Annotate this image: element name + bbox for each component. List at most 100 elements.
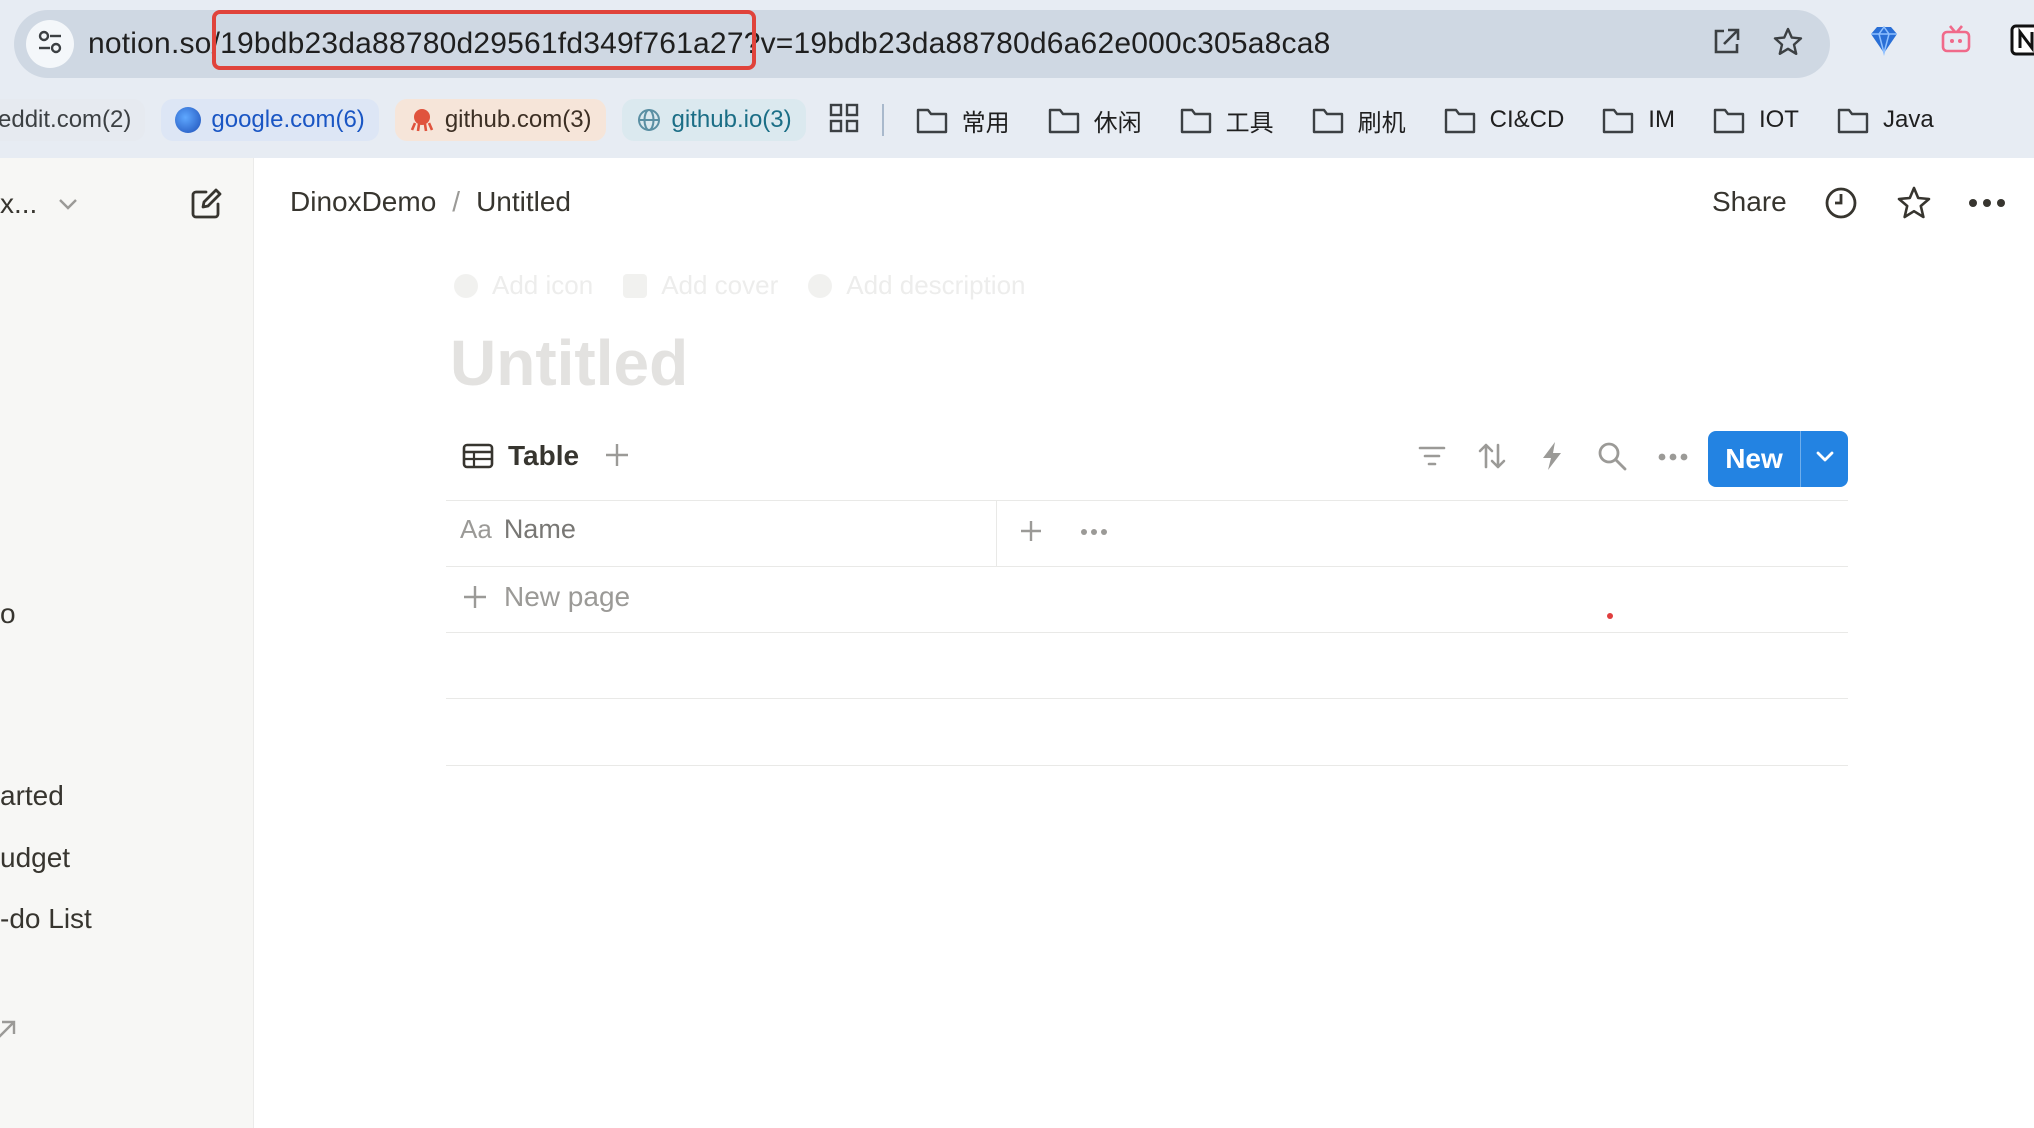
folder-label: IOT <box>1758 106 1799 133</box>
share-button[interactable]: Share <box>1712 186 1787 218</box>
filter-button[interactable] <box>1414 440 1450 476</box>
breadcrumb: DinoxDemo / Untitled <box>290 186 571 218</box>
bookmark-folder[interactable]: Java <box>1837 106 1934 134</box>
chevron-down-icon <box>1815 450 1835 469</box>
add-icon-label: Add icon <box>492 270 594 300</box>
sort-button[interactable] <box>1474 440 1510 476</box>
folder-label: 刷机 <box>1357 109 1406 137</box>
bookmark-group-github[interactable]: github.com(3) <box>394 99 606 141</box>
bookmark-folder[interactable]: 刷机 <box>1312 103 1406 138</box>
table-row-border <box>446 698 1848 699</box>
column-header-name[interactable]: Aa Name <box>460 514 576 545</box>
add-property-button[interactable] <box>1014 516 1048 550</box>
bookmarks-divider <box>881 104 884 136</box>
add-description-button[interactable]: Add description <box>808 270 1026 301</box>
bookmark-folder[interactable]: CI&CD <box>1444 106 1565 134</box>
add-cover-label: Add cover <box>661 270 779 300</box>
updates-button[interactable] <box>1820 184 1862 226</box>
workspace-switcher[interactable]: x... <box>0 188 37 220</box>
globe-icon <box>175 107 202 133</box>
plus-icon <box>604 442 630 473</box>
bookmark-folder[interactable]: 休闲 <box>1048 103 1142 138</box>
address-bar[interactable]: notion.so/19bdb23da88780d29561fd349f761a… <box>14 10 1830 78</box>
image-icon <box>623 273 648 298</box>
sidebar-item-budget[interactable]: udget <box>0 842 70 874</box>
notion-icon <box>2009 23 2034 62</box>
breadcrumb-parent[interactable]: DinoxDemo <box>290 186 436 218</box>
url-id-highlight <box>212 10 756 70</box>
breadcrumb-current[interactable]: Untitled <box>476 186 571 218</box>
extension-diamond-button[interactable] <box>1864 22 1904 62</box>
folder-icon <box>1603 108 1634 134</box>
grid-icon <box>828 102 860 139</box>
more-horizontal-icon <box>1658 449 1688 467</box>
chevron-down-icon[interactable] <box>56 192 80 221</box>
bookmark-group-github-io[interactable]: github.io(3) <box>621 99 806 141</box>
more-horizontal-icon <box>1967 196 2007 214</box>
folder-icon <box>1048 108 1079 134</box>
new-button[interactable]: New <box>1708 431 1800 487</box>
folder-label: 工具 <box>1225 109 1274 137</box>
table-row-border <box>446 632 1848 633</box>
new-template-dropdown[interactable] <box>1801 431 1848 487</box>
cursor-marker <box>1607 613 1613 619</box>
diamond-icon <box>1867 23 1901 62</box>
folder-label: IM <box>1648 106 1675 133</box>
new-page-row[interactable]: New page <box>462 581 630 613</box>
sidebar-item-o[interactable]: o <box>0 598 16 630</box>
folder-icon <box>1837 108 1869 134</box>
more-horizontal-icon <box>1080 524 1108 542</box>
breadcrumb-separator: / <box>452 186 461 217</box>
smiley-icon <box>454 273 478 298</box>
new-page-label: New page <box>504 581 631 612</box>
bookmark-star-button[interactable] <box>1768 24 1808 64</box>
favorite-button[interactable] <box>1893 184 1935 226</box>
bookmark-group-google[interactable]: google.com(6) <box>161 99 379 141</box>
automation-button[interactable] <box>1534 440 1570 476</box>
bookmark-label: github.com(3) <box>444 106 592 133</box>
table-top-border <box>446 500 1848 501</box>
bookmark-folder[interactable]: 常用 <box>916 103 1010 138</box>
sort-icon <box>1477 442 1507 475</box>
new-page-compose-icon[interactable] <box>188 186 224 227</box>
add-description-label: Add description <box>846 270 1026 300</box>
property-options-button[interactable] <box>1076 516 1112 550</box>
bookmark-group-reddit[interactable]: eddit.com(2) <box>0 99 146 141</box>
folder-label: CI&CD <box>1489 106 1565 133</box>
tab-table[interactable]: Table <box>462 440 579 472</box>
add-cover-button[interactable]: Add cover <box>623 270 778 301</box>
tab-table-label: Table <box>508 440 580 471</box>
site-info-button[interactable] <box>26 20 74 68</box>
bookmarks-bar: eddit.com(2) google.com(6) github.com(3) <box>0 92 2034 148</box>
extension-tv-button[interactable] <box>1936 22 1976 62</box>
add-icon-button[interactable]: Add icon <box>454 270 593 301</box>
arrow-up-right-icon[interactable] <box>0 1018 18 1047</box>
open-in-app-button[interactable] <box>1706 24 1746 64</box>
extension-notion-button[interactable] <box>2006 22 2034 62</box>
folder-label: 休闲 <box>1093 109 1142 137</box>
table-icon <box>462 443 494 469</box>
sidebar: x... o arted udget -do List <box>0 158 254 1128</box>
sidebar-item-todo-list[interactable]: -do List <box>0 903 92 935</box>
folder-label: Java <box>1882 106 1934 133</box>
bookmark-label: google.com(6) <box>211 106 365 133</box>
folder-icon <box>1713 108 1745 134</box>
plus-icon <box>464 586 486 608</box>
sidebar-item-getting-started[interactable]: arted <box>0 780 64 812</box>
search-button[interactable] <box>1594 440 1630 476</box>
column-header-label: Name <box>503 514 576 544</box>
apps-grid-button[interactable] <box>828 102 860 139</box>
column-divider <box>996 500 997 566</box>
folder-icon <box>916 108 947 134</box>
open-external-icon <box>1710 26 1742 63</box>
add-view-button[interactable] <box>600 440 634 474</box>
page-title[interactable]: Untitled <box>450 326 688 400</box>
view-options-button[interactable] <box>1655 440 1691 476</box>
table-bottom-border <box>446 765 1848 766</box>
bookmark-folder[interactable]: 工具 <box>1180 103 1274 138</box>
more-options-button[interactable] <box>1966 184 2008 226</box>
bookmark-label: github.io(3) <box>671 106 792 133</box>
bookmark-folder[interactable]: IM <box>1602 106 1675 134</box>
new-button-group: New <box>1708 431 1848 487</box>
bookmark-folder[interactable]: IOT <box>1713 106 1799 134</box>
